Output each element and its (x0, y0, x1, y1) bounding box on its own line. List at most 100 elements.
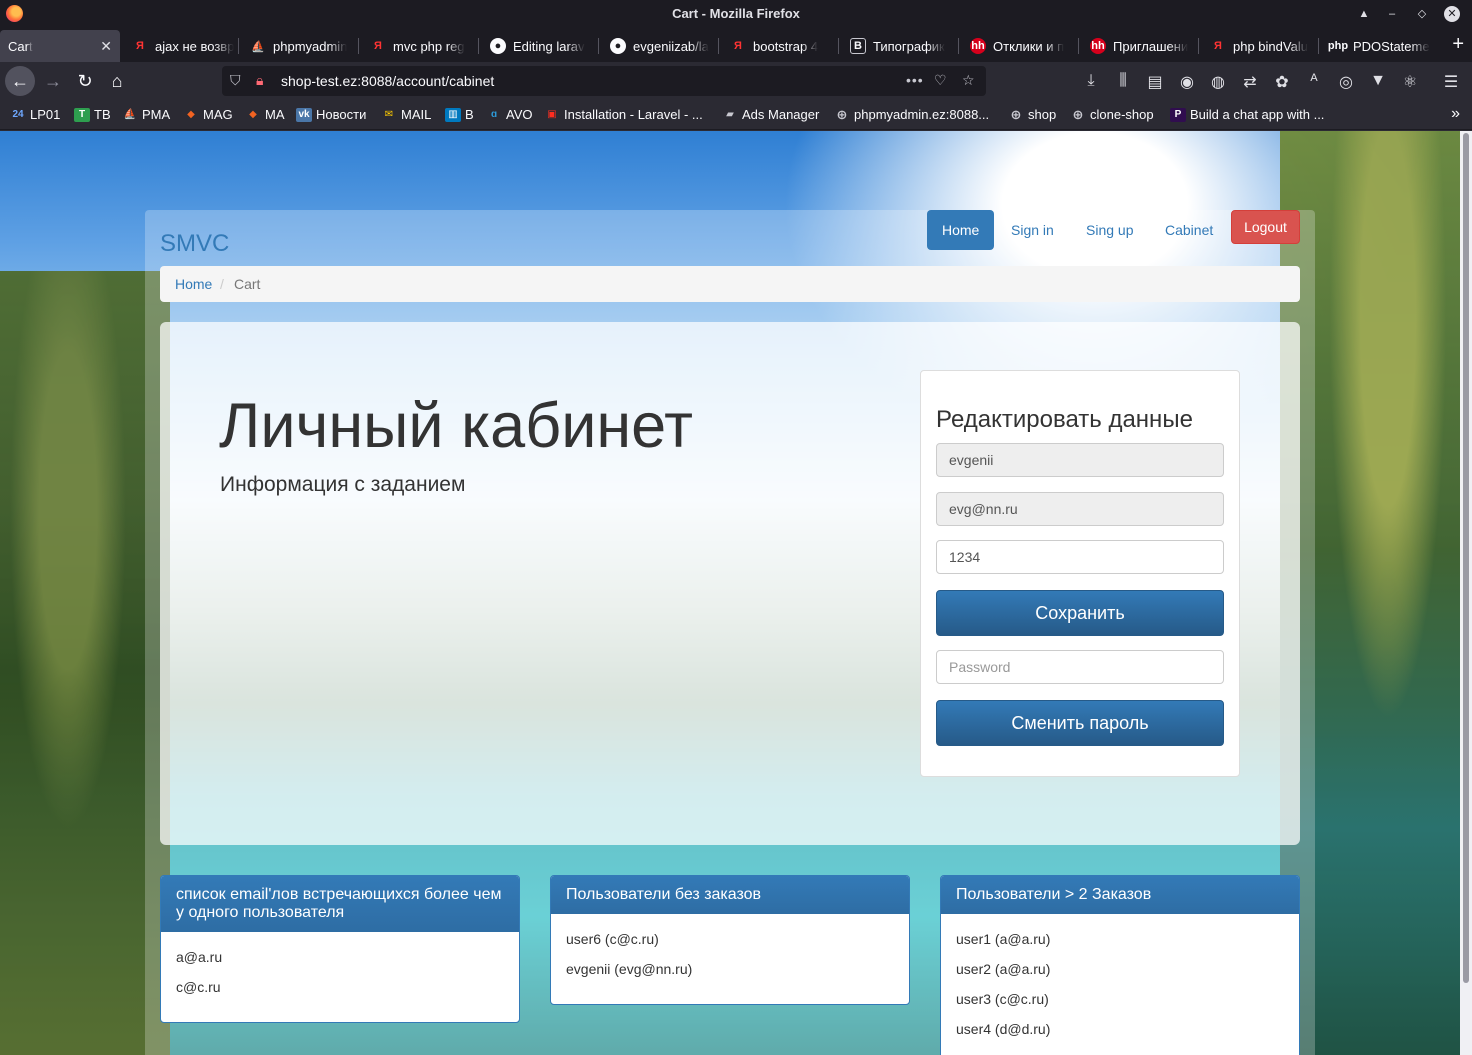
tab-label: evgeniizab/la (633, 38, 709, 54)
bookmark-star-icon[interactable]: ☆ (962, 72, 975, 89)
bookmark-item[interactable]: ◆ MA (245, 107, 285, 122)
new-tab-icon[interactable]: + (1452, 34, 1464, 54)
page-actions-icon[interactable]: ••• (906, 72, 924, 88)
window-shade-icon[interactable]: ▲ (1356, 6, 1372, 22)
logout-button[interactable]: Logout (1231, 210, 1300, 244)
url-bar[interactable]: ⛉ 🔒︎ shop-test.ez:8088/account/cabinet •… (222, 66, 986, 96)
list-item: user4 (d@d.ru) (956, 1021, 1051, 1037)
window-minimize-icon[interactable]: – (1384, 6, 1400, 22)
tab[interactable]: ⛵ phpmyadmin (242, 30, 356, 62)
sidebar-icon[interactable]: ▤ (1145, 72, 1165, 92)
bookmark-item[interactable]: ⊕ clone-shop (1070, 107, 1154, 123)
tab[interactable]: php PDOStateme (1322, 30, 1432, 62)
window-close-icon[interactable]: ✕ (1444, 6, 1460, 22)
change-password-button[interactable]: Сменить пароль (936, 700, 1224, 746)
extension-ball-icon[interactable]: ◎ (1336, 72, 1356, 92)
lp-icon: 24 (12, 109, 24, 120)
bookmark-label: AVO (506, 107, 533, 122)
window-maximize-icon[interactable]: ◇ (1414, 6, 1430, 22)
bookmark-label: MAG (203, 107, 233, 122)
tab[interactable]: ● evgeniizab/la (602, 30, 716, 62)
laravel-icon: ▣ (547, 109, 557, 120)
tab[interactable]: hh Приглашени (1082, 30, 1196, 62)
users-without-orders-panel: Пользователи без заказов user6 (c@c.ru) … (550, 875, 910, 1005)
save-button[interactable]: Сохранить (936, 590, 1224, 636)
globe-icon[interactable]: ◍ (1208, 72, 1228, 92)
page-scrollbar[interactable] (1460, 131, 1472, 1055)
window-titlebar: Cart - Mozilla Firefox ▲ – ◇ ✕ (0, 0, 1472, 28)
scrollbar-thumb[interactable] (1463, 133, 1469, 983)
bookmark-item[interactable]: vk Новости (296, 107, 366, 122)
tab[interactable]: hh Отклики и п (962, 30, 1076, 62)
home-icon[interactable]: ⌂ (102, 66, 132, 96)
translate-alt-icon[interactable]: ᴬ (1304, 72, 1324, 90)
edit-form-title: Редактировать данные (936, 406, 1193, 433)
url-text[interactable]: shop-test.ez:8088/account/cabinet (281, 73, 494, 89)
bookmark-item[interactable]: ⛵ PMA (122, 107, 170, 122)
nav-signin-link[interactable]: Sign in (996, 210, 1069, 250)
tab-label: PDOStateme (1353, 38, 1430, 54)
bookmark-item[interactable]: ▣ Installation - Laravel - ... (544, 107, 703, 122)
panel-title: Пользователи без заказов (551, 876, 909, 914)
bookmark-item[interactable]: ▰ Ads Manager (722, 107, 819, 122)
bookmark-label: phpmyadmin.ez:8088... (854, 107, 990, 122)
account-icon[interactable]: ◉ (1177, 72, 1197, 92)
email-field[interactable]: evg@nn.ru (936, 492, 1224, 526)
extension-paw-icon[interactable]: ✿ (1272, 72, 1292, 92)
translate-icon[interactable]: ⇄ (1240, 72, 1260, 92)
bookmark-item[interactable]: ◆ MAG (183, 107, 233, 122)
page-title: Личный кабинет (219, 391, 693, 461)
tab-label: php bindValu (1233, 38, 1308, 54)
tab-close-icon[interactable]: ✕ (100, 38, 112, 55)
tab[interactable]: ● Editing larav (482, 30, 596, 62)
react-devtools-icon[interactable]: ⚛ (1400, 72, 1420, 92)
reload-icon[interactable]: ↻ (70, 66, 100, 96)
tb-icon: T (74, 107, 90, 122)
vue-devtools-icon[interactable]: ▼ (1368, 72, 1388, 90)
password-field[interactable]: Password (936, 650, 1224, 684)
bookmark-item[interactable]: T TB (74, 107, 111, 122)
list-item: user6 (c@c.ru) (566, 931, 659, 947)
bookmark-item[interactable]: P Build a chat app with ... (1170, 107, 1324, 122)
bootstrap-icon: B (850, 38, 866, 54)
site-brand-link[interactable]: SMVC (160, 230, 229, 258)
bookmarks-overflow-icon[interactable]: » (1451, 105, 1460, 123)
phone-field[interactable]: 1234 (936, 540, 1224, 574)
jumbotron: Личный кабинет Информация с заданием Ред… (160, 322, 1300, 845)
bookmark-item[interactable]: ✉ MAIL (381, 107, 432, 122)
bookmark-item[interactable]: 24 LP01 (10, 107, 60, 122)
library-icon[interactable]: ⫼ (1113, 72, 1133, 90)
tab[interactable]: Яajax не возвр (124, 30, 236, 62)
back-arrow-icon[interactable]: ← (5, 66, 35, 96)
bookmark-item[interactable]: ⊕ shop (1008, 107, 1057, 123)
tab-cart[interactable]: Cart ✕ (0, 30, 120, 62)
window-title: Cart - Mozilla Firefox (672, 6, 800, 21)
pocket-icon[interactable]: ♡ (934, 72, 947, 89)
breadcrumb-home-link[interactable]: Home (175, 276, 212, 292)
nav-home-link[interactable]: Home (927, 210, 995, 250)
yandex-icon: Я (1214, 40, 1222, 52)
bookmark-label: MA (265, 107, 285, 122)
bookmark-item[interactable]: ⊕ phpmyadmin.ez:8088... (834, 107, 990, 123)
bookmark-item[interactable]: ▥ B (445, 107, 474, 122)
tab[interactable]: Яphp bindValu (1202, 30, 1316, 62)
tab[interactable]: B Типографик (842, 30, 956, 62)
vk-icon: vk (296, 107, 312, 122)
tab[interactable]: Яbootstrap 4 (722, 30, 836, 62)
forward-arrow-icon[interactable]: → (38, 66, 68, 96)
nav-cabinet-link[interactable]: Cabinet (1150, 210, 1228, 250)
panel-body: a@a.ru c@c.ru (161, 932, 519, 1022)
tab[interactable]: Яmvc php reg (362, 30, 476, 62)
insecure-lock-icon[interactable]: 🔒︎ (256, 72, 263, 89)
nav-signup-link[interactable]: Sing up (1071, 210, 1148, 250)
downloads-icon[interactable]: ⤓ (1081, 72, 1101, 90)
bookmark-label: Installation - Laravel - ... (564, 107, 703, 122)
list-item: user1 (a@a.ru) (956, 931, 1051, 947)
magento-icon: ◆ (187, 109, 195, 120)
shield-icon[interactable]: ⛉ (230, 72, 241, 89)
bookmark-item[interactable]: ɑ AVO (486, 107, 533, 122)
username-field[interactable]: evgenii (936, 443, 1224, 477)
hamburger-menu-icon[interactable]: ☰ (1441, 72, 1461, 92)
list-item: c@c.ru (176, 979, 221, 995)
tab-separator (838, 38, 839, 54)
